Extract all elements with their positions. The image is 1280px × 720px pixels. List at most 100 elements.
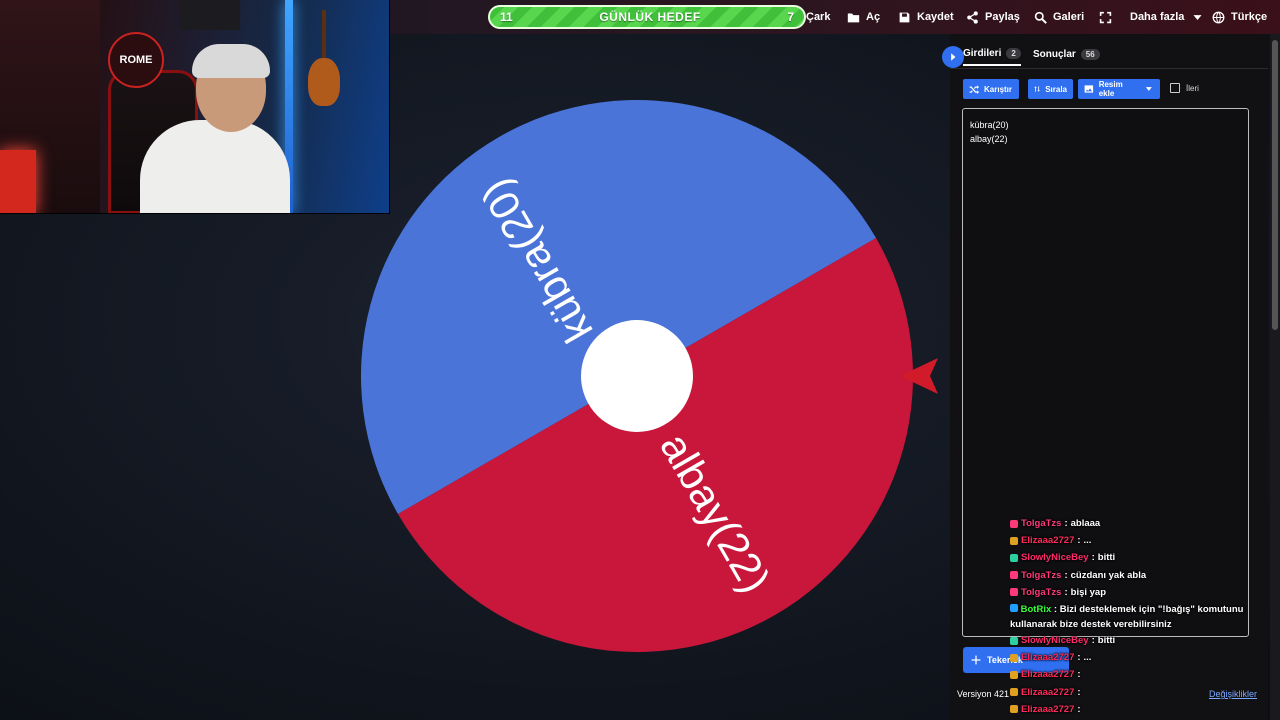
webcam-guitar <box>308 58 340 106</box>
chat-badge-icon <box>1010 670 1018 679</box>
chat-separator: : <box>1064 569 1068 581</box>
goal-title: GÜNLÜK HEDEF <box>599 10 701 24</box>
version-text: Versiyon 421 <box>957 689 1010 699</box>
folder-icon <box>846 10 860 24</box>
chat-message: Elizaaa2727 : <box>1010 684 1260 701</box>
chat-message: TolgaTzs : ablaaa <box>1010 515 1260 532</box>
chat-separator: : <box>1077 686 1081 698</box>
globe-icon <box>1211 10 1225 24</box>
wheel-pointer <box>900 358 938 394</box>
chat-message: TolgaTzs : cüzdanı yak abla <box>1010 567 1260 584</box>
advanced-checkbox[interactable] <box>1170 83 1180 93</box>
chat-badge-icon <box>1010 653 1018 662</box>
add-image-label: Resim ekle <box>1098 80 1123 98</box>
chat-username: Elizaaa2727 <box>1021 703 1075 715</box>
chat-username: Elizaaa2727 <box>1021 535 1075 547</box>
chat-separator: : <box>1077 703 1081 715</box>
chat-text: ... <box>1083 535 1092 547</box>
tab-results[interactable]: Sonuçlar 56 <box>1033 42 1100 66</box>
nav-open-button[interactable]: Aç <box>846 0 880 34</box>
streamer-body <box>140 120 290 213</box>
nav-save-label: Kaydet <box>917 11 954 23</box>
advanced-label: İleri <box>1186 83 1199 93</box>
nav-wheel[interactable]: Çark <box>806 0 830 34</box>
chevron-down-icon <box>1190 10 1204 24</box>
chat-username: Elizaaa2727 <box>1021 652 1075 664</box>
shuffle-label: Karıştır <box>984 84 1013 94</box>
chat-username: TolgaTzs <box>1021 586 1062 598</box>
chat-text: bitti <box>1097 552 1116 564</box>
page-scrollbar[interactable] <box>1270 34 1280 720</box>
tab-results-label: Sonuçlar <box>1033 48 1076 60</box>
save-icon <box>897 10 911 24</box>
chat-badge-icon <box>1010 553 1018 562</box>
chat-badge-icon <box>1010 636 1018 645</box>
chat-badge-icon <box>1010 688 1018 697</box>
entry-line: albay(22) <box>970 134 1008 144</box>
chat-message: SlowlyNiceBey : bitti <box>1010 632 1260 649</box>
goal-left-count: 11 <box>500 10 513 24</box>
plus-icon <box>971 655 981 665</box>
chevron-right-icon <box>951 53 956 61</box>
chat-text: bişi yap <box>1070 586 1107 598</box>
fullscreen-icon <box>1098 10 1112 24</box>
shuffle-button[interactable]: Karıştır <box>963 79 1019 99</box>
tab-entries[interactable]: Girdileri 2 <box>963 42 1021 66</box>
nav-open-label: Aç <box>866 11 881 23</box>
chat-message: Elizaaa2727 : <box>1010 666 1260 683</box>
nav-gallery-button[interactable]: Galeri <box>1033 0 1084 34</box>
nav-save-button[interactable]: Kaydet <box>897 0 954 34</box>
chat-username: TolgaTzs <box>1021 569 1062 581</box>
tab-entries-label: Girdileri <box>963 47 1002 59</box>
tab-divider <box>950 68 1268 69</box>
nav-gallery-label: Galeri <box>1053 11 1085 23</box>
chat-username: TolgaTzs <box>1021 518 1062 530</box>
chat-username: SlowlyNiceBey <box>1021 635 1089 647</box>
chat-message: TolgaTzs : bişi yap <box>1010 584 1260 601</box>
chat-message: Elizaaa2727 : ... <box>1010 532 1260 549</box>
webcam-shelf <box>180 0 240 30</box>
tab-entries-count: 2 <box>1006 47 1021 59</box>
nav-language-menu[interactable]: Türkçe <box>1211 0 1267 34</box>
chat-text: ... <box>1083 652 1092 664</box>
chat-username: Elizaaa2727 <box>1021 686 1075 698</box>
chat-message: Elizaaa2727 : <box>1010 701 1260 718</box>
chat-username: Elizaaa2727 <box>1021 669 1075 681</box>
chat-text: ablaaa <box>1070 518 1101 530</box>
search-icon <box>1033 10 1047 24</box>
chat-message: BotRix : Bizi desteklemek için "!bağış" … <box>1010 601 1260 632</box>
spin-wheel[interactable]: kübra(20) albay(22) <box>361 100 913 652</box>
sort-button[interactable]: Sırala <box>1028 79 1073 99</box>
sort-label: Sırala <box>1045 84 1067 94</box>
scrollbar-thumb[interactable] <box>1272 40 1278 330</box>
chat-separator: : <box>1064 518 1068 530</box>
chat-message: SlowlyNiceBey : bitti <box>1010 549 1260 566</box>
wheel-svg[interactable]: kübra(20) albay(22) <box>361 100 913 652</box>
goal-right-count: 7 <box>787 10 794 24</box>
image-icon <box>1084 85 1094 93</box>
chat-badge-icon <box>1010 571 1018 580</box>
stream-chat-overlay: TolgaTzs : ablaaa Elizaaa2727 : ... Slow… <box>1010 515 1260 718</box>
add-image-dropdown[interactable]: Resim ekle <box>1078 79 1160 99</box>
chat-badge-icon <box>1010 519 1018 528</box>
webcam-overlay: ROME <box>0 0 390 214</box>
chat-text: bitti <box>1097 635 1116 647</box>
chat-message: Elizaaa2727 : ... <box>1010 649 1260 666</box>
chat-badge-icon <box>1010 603 1018 612</box>
shuffle-icon <box>969 85 979 94</box>
collapse-panel-button[interactable] <box>942 46 964 68</box>
chat-badge-icon <box>1010 588 1018 597</box>
nav-fullscreen-button[interactable] <box>1098 0 1112 34</box>
chat-separator: : <box>1064 586 1068 598</box>
chat-badge-icon <box>1010 705 1018 714</box>
chat-text: cüzdanı yak abla <box>1070 569 1147 581</box>
nav-more-menu[interactable]: Daha fazla <box>1130 0 1204 34</box>
chat-badge-icon <box>1010 536 1018 545</box>
nav-share-button[interactable]: Paylaş <box>965 0 1020 34</box>
tab-results-count: 56 <box>1080 48 1100 60</box>
advanced-toggle[interactable]: İleri <box>1170 83 1199 93</box>
chat-separator: : <box>1091 552 1095 564</box>
chat-separator: : <box>1077 669 1081 681</box>
wheel-hub[interactable] <box>581 320 693 432</box>
chat-username: SlowlyNiceBey <box>1021 552 1089 564</box>
